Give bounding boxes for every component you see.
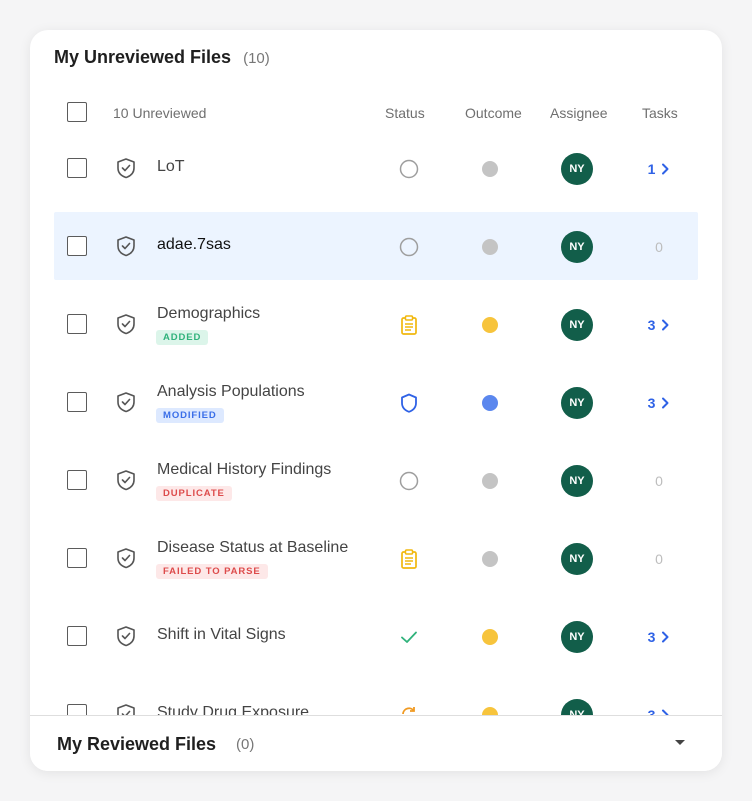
- outcome-dot: [482, 317, 498, 333]
- column-tasks[interactable]: Tasks: [642, 105, 678, 121]
- assignee-avatar[interactable]: NY: [561, 309, 593, 341]
- unreviewed-header: My Unreviewed Files (10): [54, 47, 270, 68]
- file-row[interactable]: Shift in Vital Signs NY 3: [54, 602, 698, 670]
- expand-arrow-icon[interactable]: [675, 740, 685, 745]
- tasks-link[interactable]: 3: [632, 626, 686, 648]
- tasks-count: 3: [647, 317, 656, 333]
- tasks-link[interactable]: 3: [632, 704, 686, 715]
- outcome-dot: [482, 395, 498, 411]
- chevron-right-icon: [662, 631, 669, 643]
- file-row[interactable]: Medical History Findings DUPLICATE NY 0: [54, 446, 698, 514]
- file-row[interactable]: adae.7sas NY 0: [54, 212, 698, 280]
- assignee-avatar[interactable]: NY: [561, 543, 593, 575]
- unreviewed-list[interactable]: 10 Unreviewed Status Outcome Assignee Ta…: [30, 90, 722, 715]
- tasks-link[interactable]: 3: [632, 392, 686, 414]
- chevron-right-icon: [662, 163, 669, 175]
- file-row[interactable]: Disease Status at Baseline FAILED TO PARS…: [54, 524, 698, 592]
- row-checkbox[interactable]: [67, 314, 87, 334]
- assignee-avatar[interactable]: NY: [561, 153, 593, 185]
- outcome-dot: [482, 161, 498, 177]
- file-row[interactable]: Study Drug Exposure NY 3: [54, 680, 698, 715]
- assignee-avatar[interactable]: NY: [561, 387, 593, 419]
- tasks-count: 3: [647, 707, 656, 715]
- tasks-count: 0: [655, 473, 663, 489]
- review-shield-icon: [115, 157, 137, 179]
- clipboard-icon: [397, 313, 421, 337]
- tasks-count: 1: [647, 161, 656, 177]
- clipboard-icon: [397, 547, 421, 571]
- outcome-dot: [482, 239, 498, 255]
- tasks-link: 0: [632, 236, 686, 258]
- review-shield-icon: [115, 391, 137, 413]
- file-row[interactable]: Demographics ADDED NY 3: [54, 290, 698, 358]
- assignee-avatar[interactable]: NY: [561, 231, 593, 263]
- file-name[interactable]: Disease Status at Baseline: [157, 539, 348, 557]
- reviewed-section-header[interactable]: My Reviewed Files (0): [30, 715, 722, 771]
- file-name[interactable]: adae.7sas: [157, 236, 231, 254]
- review-shield-icon: [115, 469, 137, 491]
- tasks-link[interactable]: 3: [632, 314, 686, 336]
- review-shield-icon: [115, 235, 137, 257]
- file-name[interactable]: Medical History Findings: [157, 461, 331, 479]
- tasks-count: 3: [647, 629, 656, 645]
- reviewed-title: My Reviewed Files: [57, 734, 217, 754]
- select-all-checkbox[interactable]: [67, 102, 87, 122]
- chevron-right-icon: [662, 319, 669, 331]
- file-name[interactable]: Analysis Populations: [157, 383, 305, 401]
- row-checkbox[interactable]: [67, 236, 87, 256]
- status-badge: FAILED TO PARSE: [156, 564, 268, 579]
- file-name[interactable]: LoT: [157, 158, 185, 176]
- tasks-count: 0: [655, 551, 663, 567]
- unreviewed-count: (10): [243, 50, 270, 67]
- assignee-avatar[interactable]: NY: [561, 465, 593, 497]
- assignee-avatar[interactable]: NY: [561, 699, 593, 715]
- file-row[interactable]: LoT NY 1: [54, 134, 698, 202]
- file-name[interactable]: Demographics: [157, 305, 260, 323]
- refresh-icon: [397, 703, 421, 715]
- shield-icon: [397, 391, 421, 415]
- file-name[interactable]: Shift in Vital Signs: [157, 626, 286, 644]
- file-row[interactable]: Analysis Populations MODIFIED NY 3: [54, 368, 698, 436]
- row-checkbox[interactable]: [67, 704, 87, 715]
- row-checkbox[interactable]: [67, 626, 87, 646]
- status-badge: DUPLICATE: [156, 486, 232, 501]
- row-checkbox[interactable]: [67, 470, 87, 490]
- status-badge: MODIFIED: [156, 408, 224, 423]
- review-shield-icon: [115, 703, 137, 715]
- empty-circle-icon: [397, 235, 421, 259]
- outcome-dot: [482, 551, 498, 567]
- outcome-dot: [482, 707, 498, 715]
- check-icon: [397, 625, 421, 649]
- assignee-avatar[interactable]: NY: [561, 621, 593, 653]
- selection-count-label: 10 Unreviewed: [113, 105, 207, 121]
- column-status[interactable]: Status: [385, 105, 425, 121]
- unreviewed-title: My Unreviewed Files: [54, 47, 232, 67]
- outcome-dot: [482, 629, 498, 645]
- review-shield-icon: [115, 547, 137, 569]
- review-shield-icon: [115, 625, 137, 647]
- row-checkbox[interactable]: [67, 158, 87, 178]
- column-outcome[interactable]: Outcome: [465, 105, 522, 121]
- tasks-link[interactable]: 1: [632, 158, 686, 180]
- chevron-right-icon: [662, 397, 669, 409]
- outcome-dot: [482, 473, 498, 489]
- review-shield-icon: [115, 313, 137, 335]
- empty-circle-icon: [397, 469, 421, 493]
- column-assignee[interactable]: Assignee: [550, 105, 608, 121]
- tasks-count: 3: [647, 395, 656, 411]
- column-header-row: 10 Unreviewed Status Outcome Assignee Ta…: [30, 90, 722, 134]
- empty-circle-icon: [397, 157, 421, 181]
- files-panel: My Unreviewed Files (10) 10 Unreviewed S…: [30, 30, 722, 771]
- tasks-count: 0: [655, 239, 663, 255]
- row-checkbox[interactable]: [67, 548, 87, 568]
- tasks-link: 0: [632, 470, 686, 492]
- row-checkbox[interactable]: [67, 392, 87, 412]
- file-name[interactable]: Study Drug Exposure: [157, 704, 309, 715]
- tasks-link: 0: [632, 548, 686, 570]
- status-badge: ADDED: [156, 330, 209, 345]
- reviewed-count: (0): [236, 736, 255, 753]
